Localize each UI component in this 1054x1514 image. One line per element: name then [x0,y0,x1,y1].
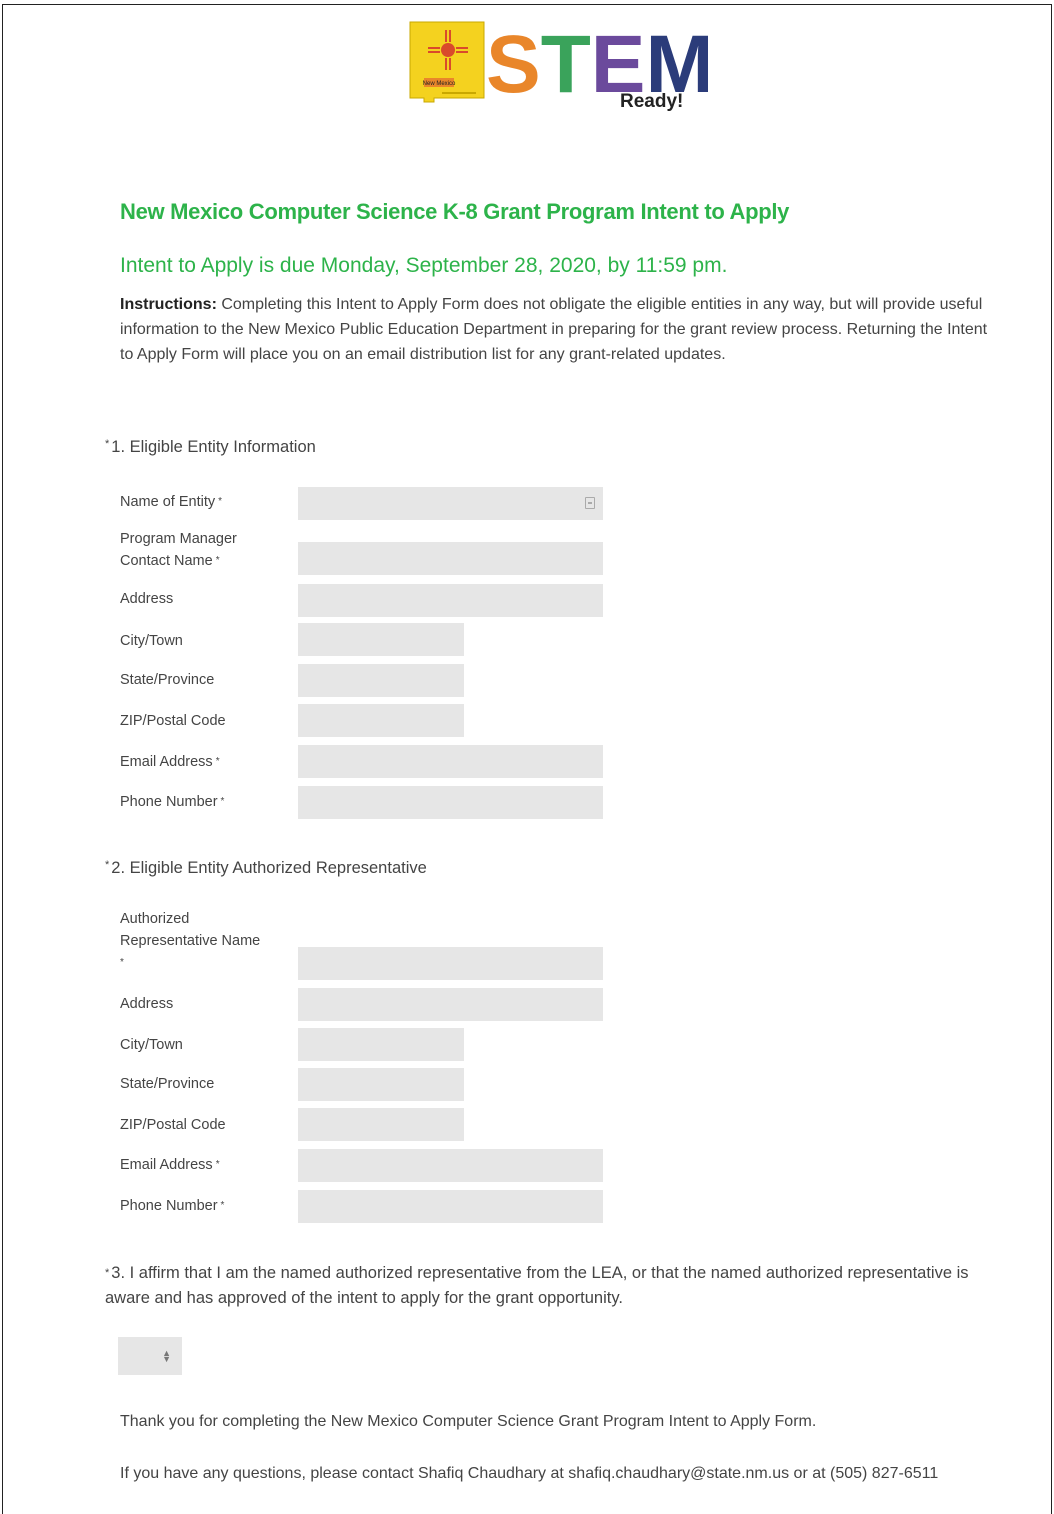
label-rep-city-town: City/Town [120,1037,183,1053]
rep-phone-number-input[interactable] [298,1190,603,1223]
label-rep-state-province: State/Province [120,1076,215,1092]
ready-text: Ready! [620,91,683,112]
question-1-text: 1. Eligible Entity Information [111,438,316,456]
label-name-of-entity: Name of Entity * [120,494,222,510]
label-rep-phone-number: Phone Number * [120,1198,225,1214]
contact-text: If you have any questions, please contac… [120,1465,939,1482]
rep-city-town-input[interactable] [298,1028,464,1061]
label-address: Address [120,591,174,607]
rep-state-province-input[interactable] [298,1068,464,1101]
program-manager-contact-name-input[interactable] [298,542,603,575]
rep-address-input[interactable] [298,988,603,1021]
label-program-manager-contact-name: Program Manager Contact Name * [120,531,237,569]
state-province-input[interactable] [298,664,464,697]
question-2-title: * 2. Eligible Entity Authorized Represent… [105,859,427,878]
phone-number-input[interactable] [298,786,603,819]
name-of-entity-input[interactable] [298,487,603,520]
affirm-select[interactable]: ▲ ▼ [118,1337,182,1375]
authorized-representative-name-input[interactable] [298,947,603,980]
question-3: * 3. I affirm that I am the named authori… [105,1261,985,1311]
label-rep-email-address: Email Address * [120,1157,220,1173]
nm-badge-text: New Mexico [423,81,456,87]
question-1-title: * 1. Eligible Entity Information [105,438,316,457]
label-phone-number: Phone Number * [120,794,225,810]
select-arrows-icon[interactable]: ▲ ▼ [162,1349,171,1364]
label-state-province: State/Province [120,672,215,688]
address-input[interactable] [298,584,603,617]
due-date-text: Intent to Apply is due Monday, September… [120,254,728,277]
label-city-town: City/Town [120,633,183,649]
required-mark: * [105,438,110,450]
required-mark: * [105,859,110,871]
instructions-label: Instructions: [120,296,217,313]
label-rep-address: Address [120,996,174,1012]
required-mark: * [105,1267,110,1279]
label-rep-zip-postal-code: ZIP/Postal Code [120,1117,226,1133]
label-email-address: Email Address * [120,754,220,770]
contacts-icon[interactable] [585,497,595,509]
instructions-text: Completing this Intent to Apply Form doe… [120,296,988,363]
label-authorized-representative-name: Authorized Representative Name * [120,911,261,968]
city-town-input[interactable] [298,623,464,656]
label-zip-postal-code: ZIP/Postal Code [120,713,226,729]
zip-postal-code-input[interactable] [298,704,464,737]
form-title: New Mexico Computer Science K-8 Grant Pr… [120,199,790,224]
rep-email-address-input[interactable] [298,1149,603,1182]
question-3-text: 3. I affirm that I am the named authoriz… [105,1264,969,1307]
question-2-text: 2. Eligible Entity Authorized Representa… [111,859,427,877]
thank-you-text: Thank you for completing the New Mexico … [120,1413,817,1430]
instructions: Instructions: Completing this Intent to … [120,292,1000,367]
email-address-input[interactable] [298,745,603,778]
rep-zip-postal-code-input[interactable] [298,1108,464,1141]
stem-ready-logo: New Mexico STEM Ready! [409,19,708,112]
